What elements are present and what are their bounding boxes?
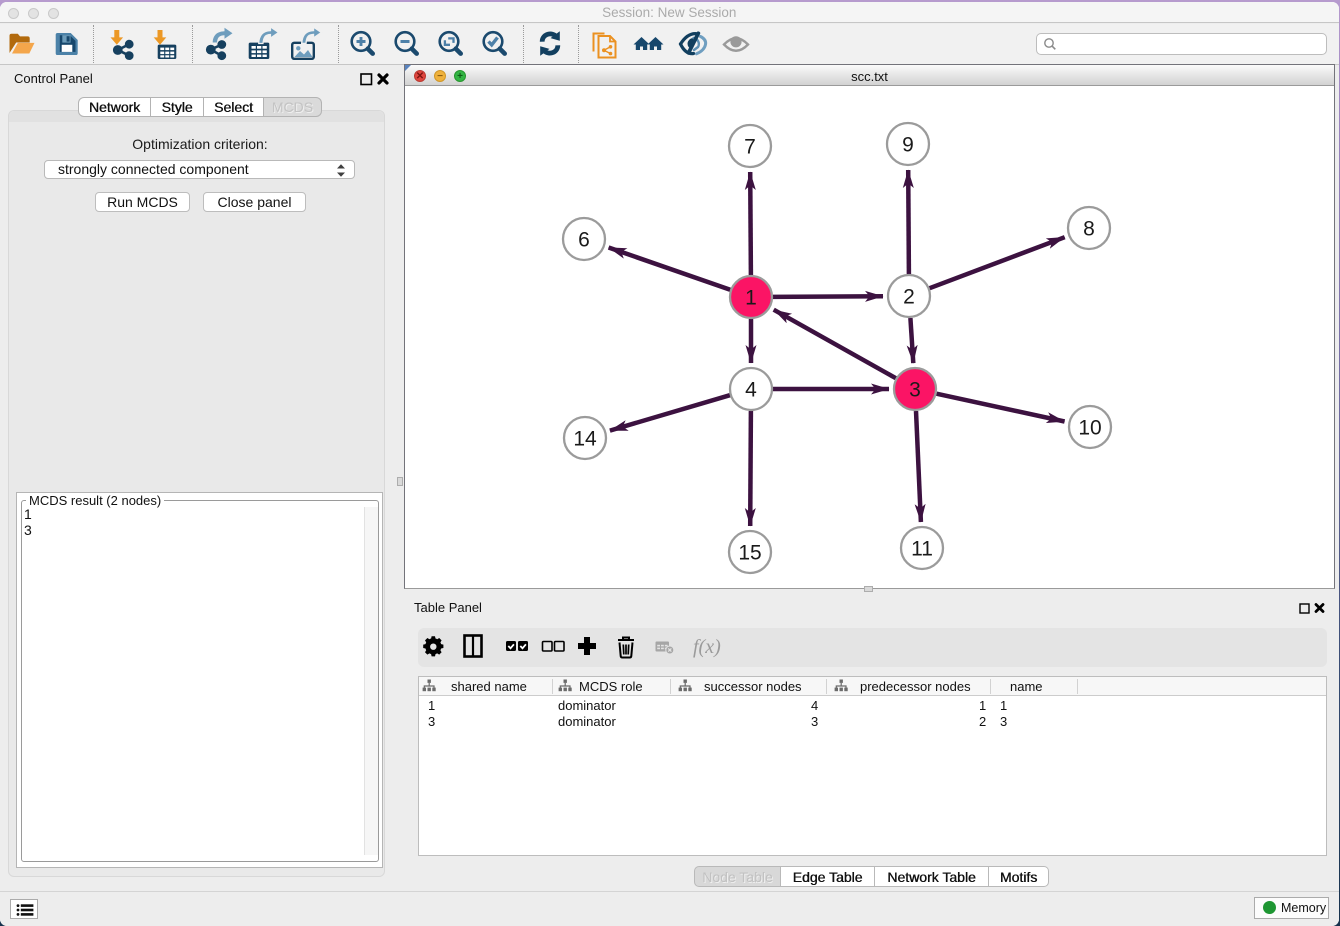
svg-text:f(x): f(x)	[693, 636, 721, 658]
svg-text:9: 9	[902, 134, 914, 157]
svg-text:15: 15	[738, 542, 761, 565]
svg-text:2: 2	[903, 286, 915, 309]
svg-text:7: 7	[744, 136, 756, 159]
svg-text:4: 4	[745, 379, 757, 402]
svg-text:6: 6	[578, 229, 590, 252]
svg-text:1: 1	[745, 287, 757, 310]
svg-text:3: 3	[909, 379, 921, 402]
svg-text:11: 11	[911, 538, 933, 561]
svg-text:8: 8	[1083, 218, 1095, 241]
svg-text:10: 10	[1078, 417, 1101, 440]
svg-text:14: 14	[573, 428, 597, 451]
